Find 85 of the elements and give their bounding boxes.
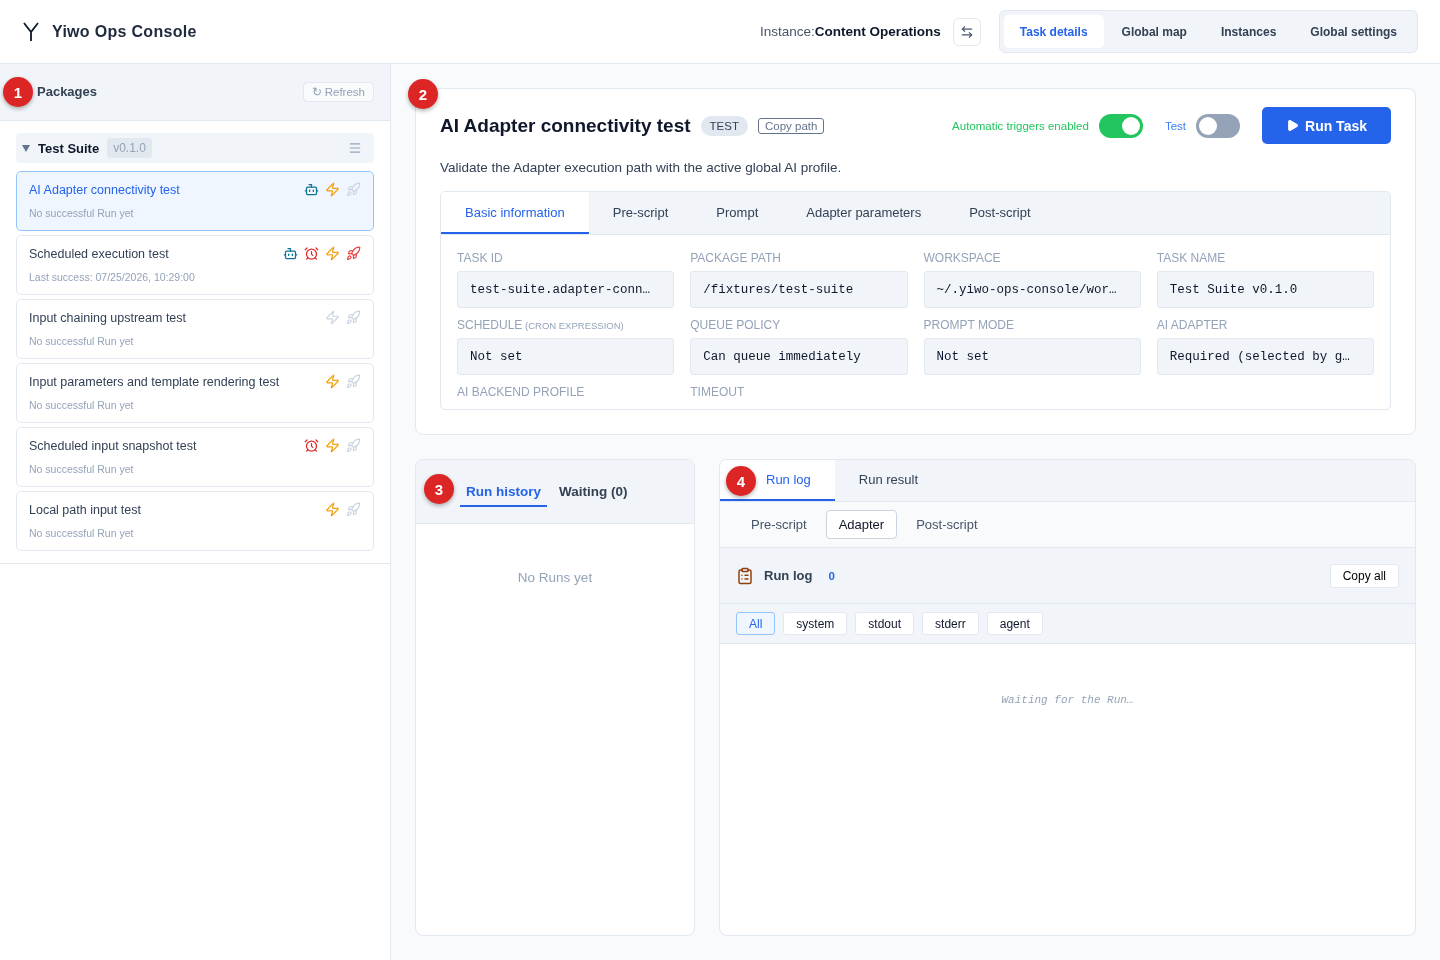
filter-chip[interactable]: stdout — [855, 612, 915, 635]
field-value: Required (selected by g… — [1156, 338, 1374, 375]
empty-message: No Runs yet — [516, 570, 594, 585]
app-title: Yiwo Ops Console — [52, 22, 198, 41]
field-label: TASK ID — [457, 251, 504, 265]
task-card[interactable]: AI Adapter connectivity test No successful Run yet — [16, 171, 374, 231]
logo-icon — [22, 21, 40, 42]
field-value: Can queue immediately — [690, 338, 908, 375]
nav-tab[interactable]: Global map — [1105, 15, 1203, 48]
field-label: WORKSPACE — [923, 251, 1002, 265]
task-card[interactable]: Scheduled execution test Last success: 07/25/2026, 10:29:00 — [16, 235, 374, 295]
field-label: TIMEOUT — [690, 385, 746, 399]
nav-tab[interactable]: Instances — [1204, 15, 1293, 48]
field-value: Not set — [923, 338, 1141, 375]
field-value: /fixtures/test-suite — [690, 271, 908, 308]
task-card[interactable]: Input chaining upstream test No successful Run yet — [16, 299, 374, 359]
step-number-marker: 1 — [3, 77, 33, 107]
task-status: No successful Run yet — [29, 207, 135, 219]
task-name: Local path input test — [29, 502, 142, 517]
field-label: SCHEDULE (CRON EXPRESSION) — [457, 318, 625, 332]
toggle-switch[interactable] — [1098, 113, 1143, 138]
task-name: Input parameters and template rendering test — [29, 374, 281, 389]
step-number-marker: 2 — [408, 79, 438, 109]
task-status: Last success: 07/25/2026, 10:29:00 — [29, 271, 196, 283]
task-description: Validate the Adapter execution path with the active global AI profile. — [440, 160, 843, 175]
nav-tab[interactable]: Global settings — [1294, 15, 1413, 48]
package-header[interactable]: Test Suite v0.1.0 — [16, 133, 374, 163]
field-label: AI BACKEND PROFILE — [457, 385, 586, 399]
field-label: QUEUE POLICY — [690, 318, 782, 332]
filter-chip[interactable]: system — [783, 612, 848, 635]
field-label: AI ADAPTER — [1156, 318, 1229, 332]
task-status: No successful Run yet — [29, 463, 135, 475]
task-name: Scheduled execution test — [29, 246, 170, 261]
tab[interactable]: Adapter parameters — [782, 192, 946, 234]
switch-instance-button[interactable] — [952, 17, 981, 46]
tab[interactable]: Prompt — [692, 192, 783, 234]
instance-label: Instance:Content Operations — [760, 24, 941, 39]
task-card[interactable]: Local path input test No successful Run yet — [16, 491, 374, 551]
play-icon — [1286, 119, 1299, 132]
copy-all-button[interactable]: Copy all — [1329, 563, 1399, 588]
tab[interactable]: Pre-script — [588, 192, 693, 234]
toggle-label: Test — [1164, 119, 1186, 132]
log-count: 0 — [828, 569, 835, 582]
run-task-button[interactable]: Run Task — [1262, 107, 1391, 144]
copy-path-button[interactable]: Copy path — [757, 117, 825, 134]
task-card[interactable]: Scheduled input snapshot test No successful Run yet — [16, 427, 374, 487]
nav-tab[interactable]: Task details — [1003, 15, 1104, 48]
filter-chip[interactable]: stderr — [922, 612, 979, 635]
task-card[interactable]: Input parameters and template rendering test No successful Run yet — [16, 363, 374, 423]
task-title: AI Adapter connectivity test — [440, 114, 691, 137]
field-value: Test Suite v0.1.0 — [1156, 271, 1374, 308]
filter-chip[interactable]: agent — [986, 612, 1043, 635]
task-name: Input chaining upstream test — [29, 310, 188, 325]
tab[interactable]: Waiting (0) — [553, 480, 634, 507]
version-tag: v0.1.0 — [107, 138, 152, 158]
sidebar-title: Packages — [37, 83, 97, 101]
filter-chip[interactable]: All — [736, 612, 776, 635]
task-status: No successful Run yet — [29, 527, 135, 539]
tab[interactable]: Post-script — [945, 192, 1055, 234]
task-status: No successful Run yet — [29, 399, 135, 411]
task-name: Scheduled input snapshot test — [29, 438, 198, 453]
phase-tab[interactable]: Pre-script — [738, 510, 820, 539]
tab[interactable]: Run result — [834, 460, 943, 501]
toggle-label: Automatic triggers enabled — [952, 119, 1089, 132]
clipboard-icon — [736, 566, 754, 585]
field-value: ~/.yiwo-ops-console/wor… — [923, 271, 1141, 308]
menu-icon[interactable] — [348, 141, 362, 155]
field-value: test-suite.adapter-conn… — [457, 271, 675, 308]
empty-message: Waiting for the Run… — [1000, 694, 1135, 706]
phase-tab[interactable]: Adapter — [825, 510, 898, 539]
tab[interactable]: Basic information — [441, 192, 589, 234]
field-label: TASK NAME — [1156, 251, 1227, 265]
toggle-switch[interactable] — [1196, 113, 1240, 138]
log-title: Run log — [764, 568, 813, 583]
swap-arrows-icon — [959, 24, 974, 39]
task-tag: TEST — [700, 115, 748, 136]
field-label: PACKAGE PATH — [690, 251, 782, 265]
task-name: AI Adapter connectivity test — [29, 182, 181, 197]
phase-tab[interactable]: Post-script — [903, 510, 991, 539]
expand-triangle-icon[interactable] — [22, 144, 30, 152]
field-value: Not set — [457, 338, 675, 375]
package-name: Test Suite — [38, 140, 100, 156]
tab[interactable]: Run history — [460, 480, 547, 507]
task-status: No successful Run yet — [29, 335, 135, 347]
field-label: PROMPT MODE — [923, 318, 1015, 332]
